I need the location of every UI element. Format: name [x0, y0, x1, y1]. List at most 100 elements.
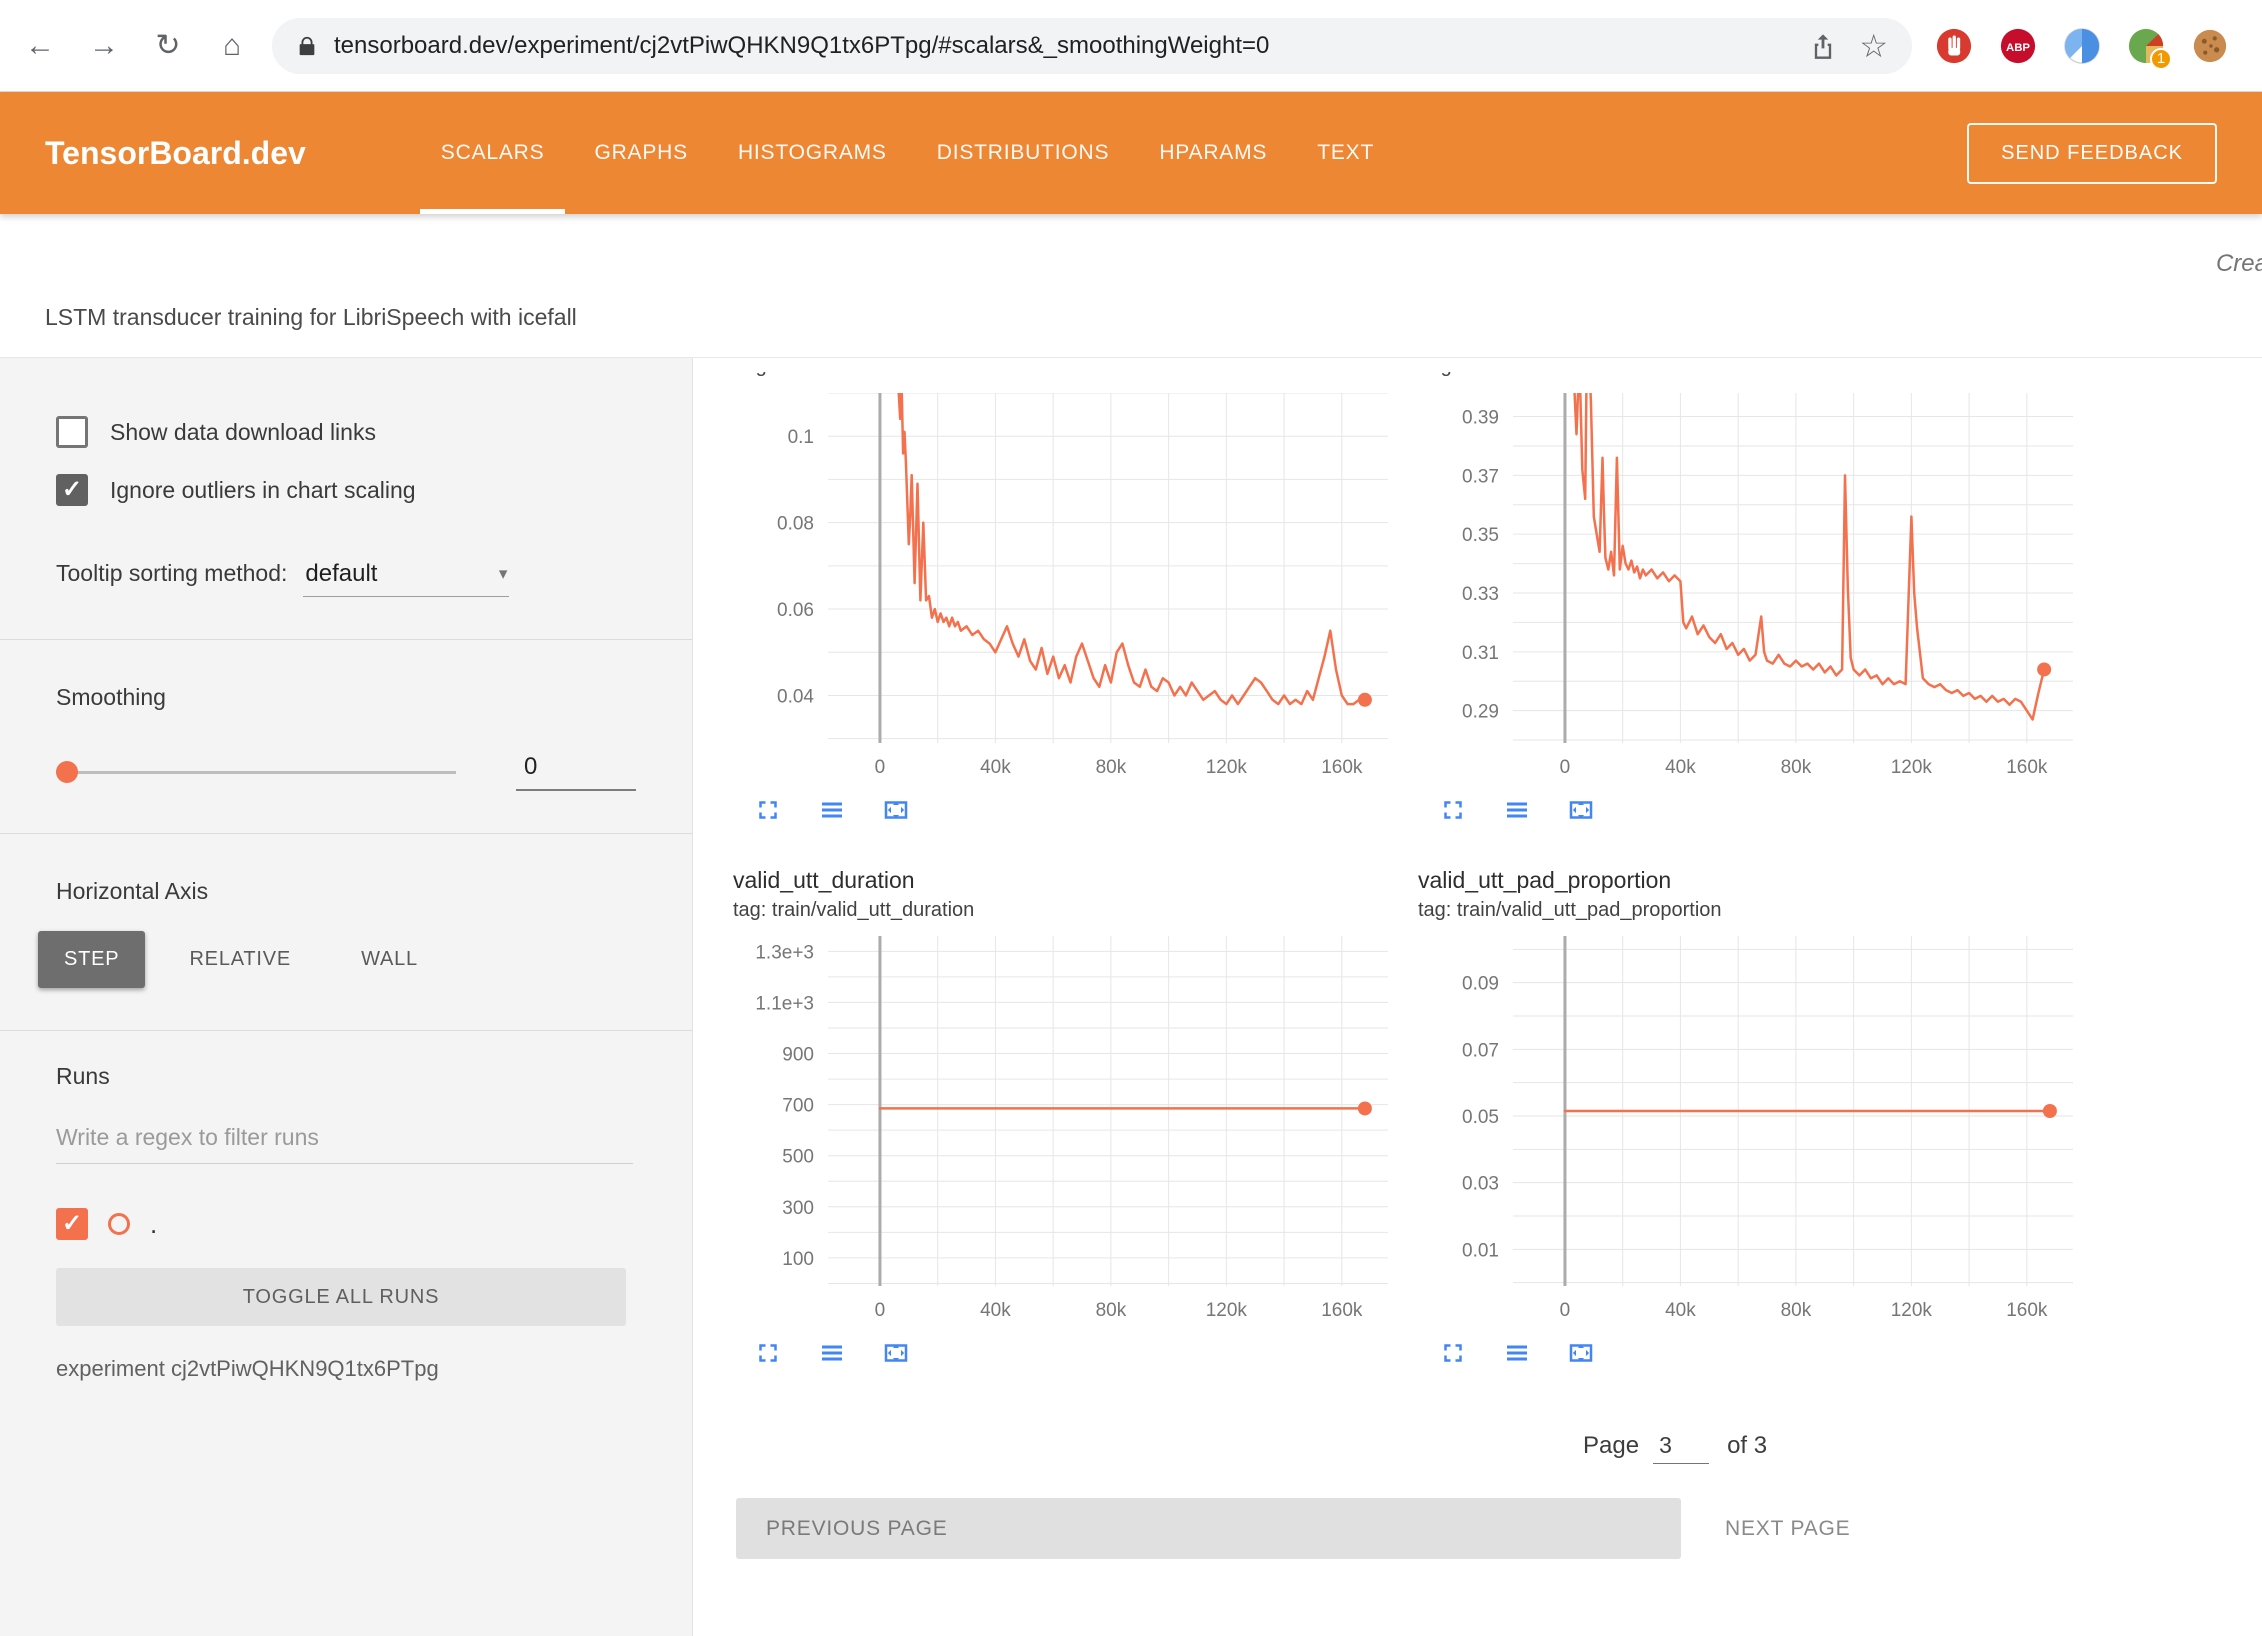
- svg-text:160k: 160k: [2006, 757, 2048, 778]
- fit-domain-icon[interactable]: [1566, 1338, 1596, 1368]
- abp-extension-icon[interactable]: ABP: [1996, 24, 2040, 68]
- check-icon: ✓: [62, 1212, 82, 1236]
- show-download-links-row: Show data download links: [0, 414, 692, 450]
- main-nav: SCALARS GRAPHS HISTOGRAMS DISTRIBUTIONS …: [416, 92, 1399, 214]
- page-number-input[interactable]: 3: [1653, 1432, 1709, 1464]
- chevron-down-icon: ▾: [499, 564, 508, 584]
- svg-text:80k: 80k: [1096, 757, 1127, 778]
- run-list-item: ✓ .: [0, 1208, 692, 1240]
- svg-text:0: 0: [1560, 757, 1571, 778]
- svg-text:1.3e+3: 1.3e+3: [755, 942, 814, 963]
- next-page-button[interactable]: NEXT PAGE: [1719, 1516, 1856, 1542]
- data-table-icon[interactable]: [817, 795, 847, 825]
- scalar-line-chart[interactable]: 0.010.030.050.070.09040k80k120k160k: [1418, 936, 2082, 1324]
- fullscreen-icon[interactable]: [1438, 795, 1468, 825]
- address-bar[interactable]: tensorboard.dev/experiment/cj2vtPiwQHKN9…: [272, 18, 1912, 74]
- fullscreen-icon[interactable]: [753, 795, 783, 825]
- scalar-line-chart[interactable]: 0.290.310.330.350.370.39040k80k120k160k: [1418, 393, 2082, 781]
- tooltip-sorting-row: Tooltip sorting method: default ▾: [0, 560, 692, 597]
- svg-text:100: 100: [782, 1249, 814, 1270]
- ignore-outliers-label: Ignore outliers in chart scaling: [110, 477, 416, 504]
- url-text[interactable]: tensorboard.dev/experiment/cj2vtPiwQHKN9…: [334, 32, 1787, 60]
- scalar-line-chart[interactable]: 0.040.060.080.1040k80k120k160k: [733, 393, 1397, 781]
- back-icon[interactable]: ←: [16, 22, 64, 70]
- show-download-links-checkbox[interactable]: [56, 416, 88, 448]
- fullscreen-icon[interactable]: [1438, 1338, 1468, 1368]
- share-icon[interactable]: [1809, 32, 1837, 60]
- svg-text:0.06: 0.06: [777, 600, 814, 621]
- tab-distributions[interactable]: DISTRIBUTIONS: [912, 92, 1135, 214]
- ignore-outliers-checkbox[interactable]: ✓: [56, 474, 88, 506]
- tab-text[interactable]: TEXT: [1292, 92, 1399, 214]
- svg-text:120k: 120k: [1891, 757, 1933, 778]
- svg-text:0.03: 0.03: [1462, 1174, 1499, 1195]
- smoothing-slider-thumb[interactable]: [56, 761, 78, 783]
- page-of-label: of 3: [1727, 1432, 1767, 1460]
- runs-filter-input[interactable]: [56, 1124, 633, 1164]
- svg-text:120k: 120k: [1206, 1300, 1248, 1321]
- chart-toolbar: [753, 795, 1397, 825]
- chart-toolbar: [753, 1338, 1397, 1368]
- cookie-extension-icon[interactable]: [2188, 24, 2232, 68]
- svg-text:0.33: 0.33: [1462, 584, 1499, 605]
- svg-text:160k: 160k: [2006, 1300, 2048, 1321]
- app-logo[interactable]: TensorBoard.dev: [45, 135, 306, 172]
- tab-hparams[interactable]: HPARAMS: [1134, 92, 1292, 214]
- bookmark-star-icon[interactable]: ☆: [1859, 30, 1888, 62]
- svg-text:0: 0: [875, 1300, 886, 1321]
- svg-text:0.35: 0.35: [1462, 525, 1499, 546]
- step-axis-button[interactable]: STEP: [38, 931, 145, 988]
- run-color-swatch[interactable]: [108, 1213, 130, 1235]
- send-feedback-button[interactable]: SEND FEEDBACK: [1967, 123, 2217, 184]
- adblock-extension-icon[interactable]: [1932, 24, 1976, 68]
- experiment-name: experiment cj2vtPiwQHKN9Q1tx6PTpg: [0, 1356, 692, 1382]
- svg-text:0.01: 0.01: [1462, 1240, 1499, 1261]
- fullscreen-icon[interactable]: [753, 1338, 783, 1368]
- run-checkbox[interactable]: ✓: [56, 1208, 88, 1240]
- data-table-icon[interactable]: [817, 1338, 847, 1368]
- toggle-all-runs-button[interactable]: TOGGLE ALL RUNS: [56, 1268, 626, 1326]
- svg-text:0.07: 0.07: [1462, 1040, 1499, 1061]
- check-icon: ✓: [62, 478, 82, 502]
- previous-page-button[interactable]: PREVIOUS PAGE: [736, 1498, 1681, 1559]
- data-table-icon[interactable]: [1502, 1338, 1532, 1368]
- chart-card: valid_utt_pad_proportion tag: train/vali…: [1418, 865, 2082, 1368]
- blue-circle-extension-icon[interactable]: [2060, 24, 2104, 68]
- home-icon[interactable]: ⌂: [208, 22, 256, 70]
- profile-avatar[interactable]: 1: [2124, 24, 2168, 68]
- data-table-icon[interactable]: [1502, 795, 1532, 825]
- chart-tag: tag: train/valid_utt_pad_proportion: [1418, 897, 2082, 924]
- chart-tag: tag: train/valid_utt_duration: [733, 897, 1397, 924]
- svg-text:80k: 80k: [1096, 1300, 1127, 1321]
- smoothing-slider-track[interactable]: [56, 771, 456, 774]
- svg-text:0.08: 0.08: [777, 514, 814, 535]
- svg-text:40k: 40k: [980, 757, 1011, 778]
- wall-axis-button[interactable]: WALL: [335, 931, 444, 988]
- show-download-links-label: Show data download links: [110, 419, 376, 446]
- relative-axis-button[interactable]: RELATIVE: [163, 931, 317, 988]
- svg-text:0.37: 0.37: [1462, 466, 1499, 487]
- smoothing-slider[interactable]: [56, 761, 456, 783]
- tooltip-sorting-dropdown[interactable]: default ▾: [303, 560, 509, 597]
- fit-domain-icon[interactable]: [1566, 795, 1596, 825]
- smoothing-value-input[interactable]: 0: [516, 753, 636, 791]
- smoothing-label: Smoothing: [0, 684, 692, 711]
- fit-domain-icon[interactable]: [881, 1338, 911, 1368]
- fit-domain-icon[interactable]: [881, 795, 911, 825]
- svg-text:160k: 160k: [1321, 757, 1363, 778]
- run-name: .: [150, 1209, 157, 1240]
- svg-text:300: 300: [782, 1198, 814, 1219]
- forward-icon[interactable]: →: [80, 22, 128, 70]
- tab-scalars[interactable]: SCALARS: [416, 92, 570, 214]
- scalar-line-chart[interactable]: 1003005007009001.1e+31.3e+3040k80k120k16…: [733, 936, 1397, 1324]
- reload-icon[interactable]: ↻: [144, 22, 192, 70]
- experiment-description: LSTM transducer training for LibriSpeech…: [45, 304, 577, 331]
- tab-graphs[interactable]: GRAPHS: [569, 92, 713, 214]
- tooltip-sorting-label: Tooltip sorting method:: [56, 560, 287, 587]
- svg-text:40k: 40k: [1665, 1300, 1696, 1321]
- chart-card: tag: train/… 0.290.310.330.350.370.39040…: [1418, 372, 2082, 825]
- svg-text:80k: 80k: [1781, 757, 1812, 778]
- tab-histograms[interactable]: HISTOGRAMS: [713, 92, 912, 214]
- divider: [0, 1030, 692, 1031]
- horizontal-axis-buttons: STEP RELATIVE WALL: [0, 931, 692, 988]
